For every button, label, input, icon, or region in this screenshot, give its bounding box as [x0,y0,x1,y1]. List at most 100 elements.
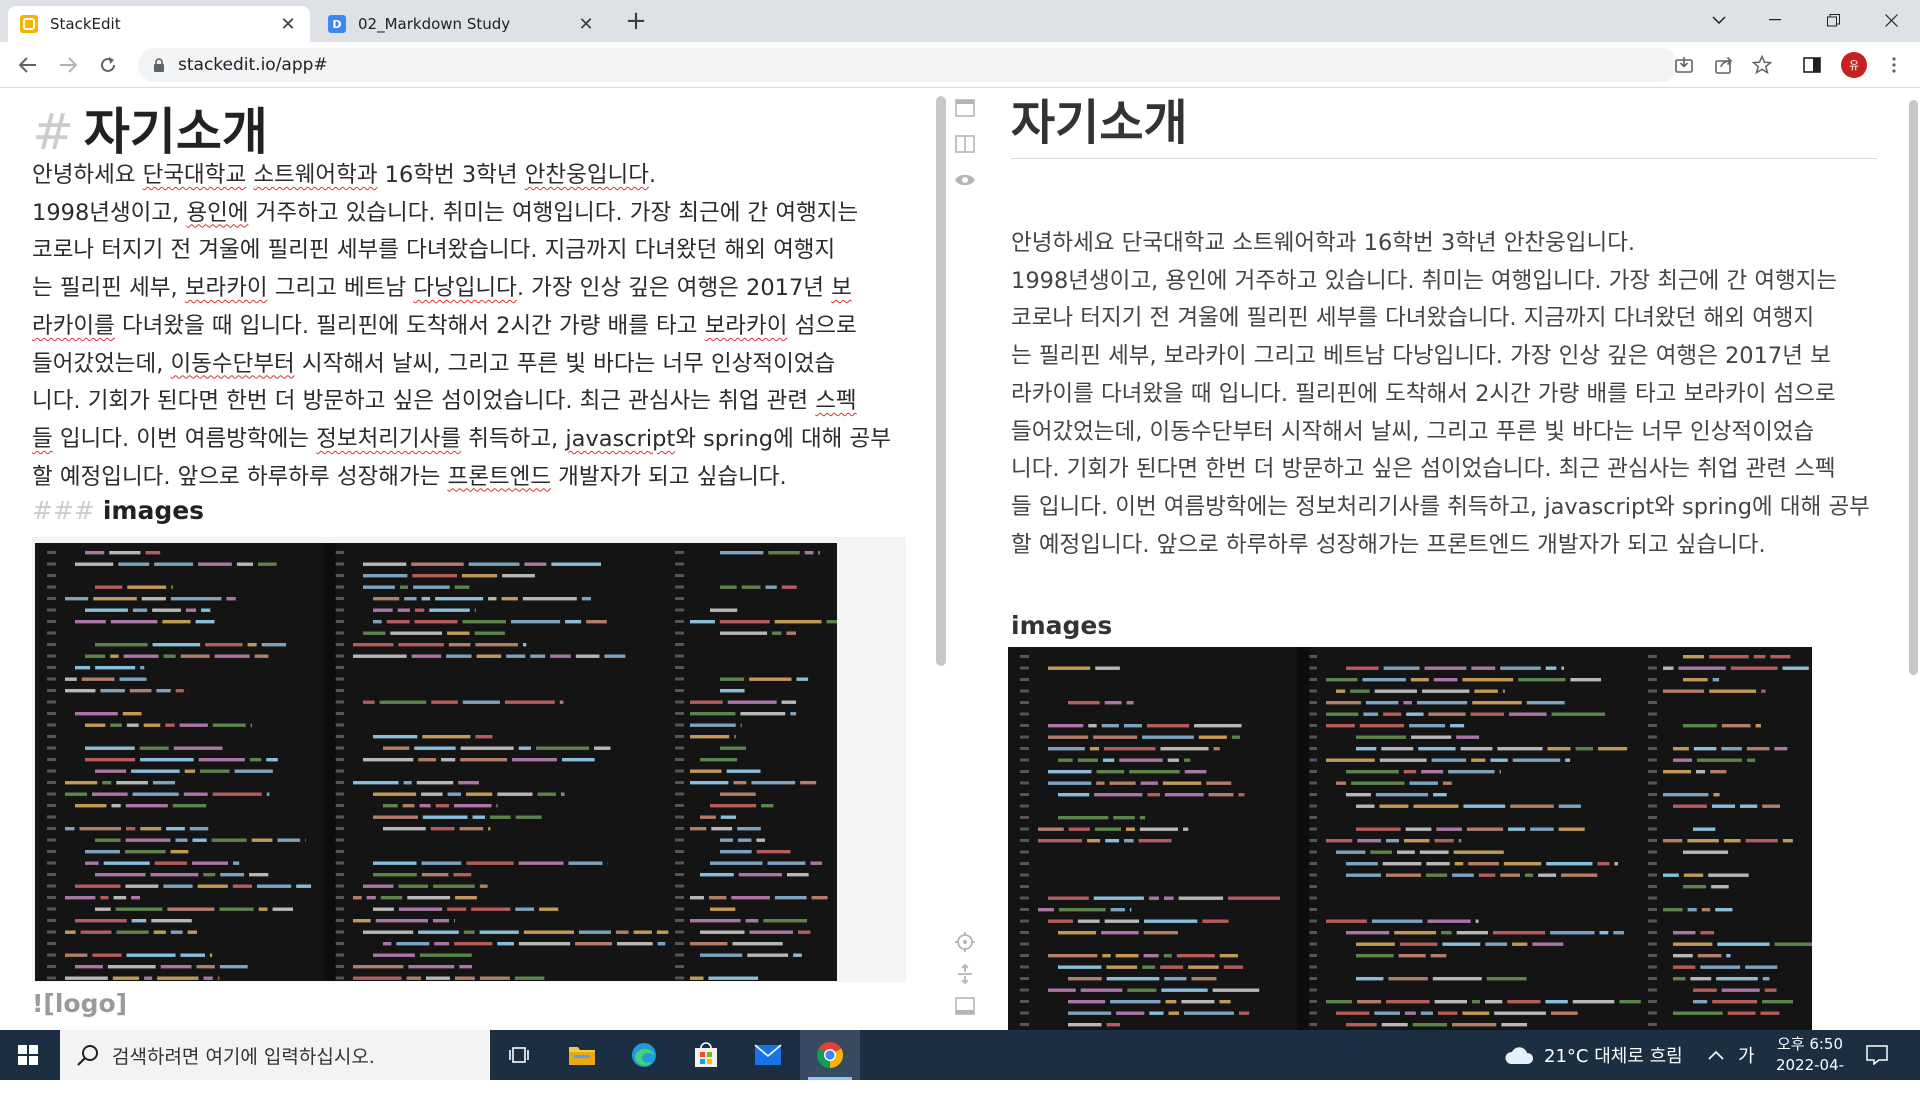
clock[interactable]: 오후 6:50 2022-04-25 [1768,1034,1852,1097]
text-run: 코로나 터지기 전 겨울에 필리핀 세부를 다녀왔습니다. 지금까지 다녀왔던 … [32,237,835,263]
stackedit-icon [20,15,38,33]
preview-heading-3: images [1011,611,1112,640]
editor-paragraph: 안녕하세요 단국대학교 소트웨어학과 16학번 3학년 안찬웅입니다.1998년… [32,157,906,496]
back-arrow-icon[interactable] [14,51,42,79]
share-icon[interactable] [1712,53,1736,77]
browser-tab-bar: StackEdit ✕ D 02_Markdown Study ✕ + [0,0,1920,42]
close-tab-icon[interactable]: ✕ [278,14,298,35]
status-bar-toggle-icon[interactable] [954,995,976,1017]
side-panel-icon[interactable] [1800,53,1824,77]
fit-arrows-icon[interactable] [954,963,976,985]
toggle-side-preview-icon[interactable] [954,133,976,155]
chrome-icon[interactable] [800,1030,860,1080]
preview-line: 라카이를 다녀왔을 때 입니다. 필리핀에 도착해서 2시간 가량 배를 타고 … [1011,376,1883,414]
address-bar[interactable]: stackedit.io/app# [138,48,1678,82]
text-run: . [649,162,656,188]
text-run: 는 필리핀 세부, [32,275,185,301]
spellcheck-flagged-word: 스펙 [815,388,856,414]
heading-text: 자기소개 [84,103,268,161]
profile-avatar[interactable]: 유 [1841,52,1867,78]
forward-arrow-icon[interactable] [54,51,82,79]
reload-icon[interactable] [94,51,122,79]
tab-stackedit[interactable]: StackEdit ✕ [8,6,310,42]
spellcheck-flagged-word: 다낭입니다 [413,275,517,301]
tab-title: 02_Markdown Study [358,15,576,33]
tray-overflow-chevron-icon[interactable] [1708,1030,1724,1080]
spellcheck-flagged-word: 보라카이 [185,275,268,301]
preview-line: 니다. 기회가 된다면 한번 더 방문하고 싶은 섬이었습니다. 최근 관심사는… [1011,451,1883,489]
heading-marker: ### [32,496,95,525]
text-run: 입니다. 이번 여름방학에는 [53,426,316,452]
spellcheck-flagged-word: 보라카이 [705,313,788,339]
text-run: 들어갔었는데, [32,351,171,377]
preview-scrollbar[interactable] [1909,100,1918,675]
preview-line: 코로나 터지기 전 겨울에 필리핀 세부를 다녀왔습니다. 지금까지 다녀왔던 … [1011,300,1883,338]
spellcheck-flagged-word: javascript [565,426,675,452]
code-screenshot-image [35,543,837,981]
text-run: 1998년생이고, [32,200,186,226]
spellcheck-flagged-word: 라카이를 [32,313,115,339]
windows-logo-icon [18,1045,38,1065]
editor-line: 들어갔었는데, 이동수단부터 시작해서 날씨, 그리고 푸른 빛 바다는 너무 … [32,346,906,384]
clock-time: 오후 6:50 [1768,1034,1852,1055]
tab-markdown-study[interactable]: D 02_Markdown Study ✕ [316,6,608,42]
new-tab-button[interactable]: + [620,8,652,34]
heading-marker: # [32,103,74,161]
spellcheck-flagged-word: 프론트엔드 [448,464,552,490]
markdown-editor[interactable]: #자기소개 안녕하세요 단국대학교 소트웨어학과 16학번 3학년 안찬웅입니다… [0,89,930,1030]
url-text: stackedit.io/app# [178,55,328,75]
editor-heading-3: ### images [32,496,204,525]
editor-heading-1: #자기소개 [32,105,268,160]
editor-scrollbar[interactable] [936,96,946,666]
toggle-navigation-bar-icon[interactable] [954,97,976,119]
editor-line: 코로나 터지기 전 겨울에 필리핀 세부를 다녀왔습니다. 지금까지 다녀왔던 … [32,232,906,270]
search-placeholder: 검색하려면 여기에 입력하십시오. [112,1042,375,1069]
text-run: 안녕하세요 [32,162,143,188]
spellcheck-flagged-word: 용인에 [186,200,248,226]
edge-browser-icon[interactable] [614,1030,674,1080]
spellcheck-flagged-word: 정보처리기사를 [316,426,461,452]
install-app-icon[interactable] [1672,53,1696,77]
preview-eye-icon[interactable] [954,169,976,191]
preview-line: 안녕하세요 단국대학교 소트웨어학과 16학번 3학년 안찬웅입니다. [1011,225,1883,263]
text-run: 와 spring에 대해 공부 [675,426,891,452]
cloud-icon [1504,1044,1534,1066]
editor-line: 할 예정입니다. 앞으로 하루하루 성장해가는 프론트엔드 개발자가 되고 싶습… [32,459,906,497]
editor-line: 니다. 기회가 된다면 한번 더 방문하고 싶은 섬이었습니다. 최근 관심사는… [32,383,906,421]
minimize-button[interactable] [1752,0,1798,40]
ime-indicator[interactable]: 가 [1738,1030,1755,1080]
editor-side-bar [948,89,982,1030]
notifications-icon[interactable] [1866,1030,1888,1080]
taskbar-search-box[interactable]: 검색하려면 여기에 입력하십시오. [60,1030,490,1080]
clock-date: 2022-04-25 [1768,1055,1852,1097]
text-run: 거주하고 있습니다. 취미는 여행입니다. 가장 최근에 간 여행지는 [248,200,858,226]
preview-line: 1998년생이고, 용인에 거주하고 있습니다. 취미는 여행입니다. 가장 최… [1011,263,1883,301]
weather-text: 21°C 대체로 흐림 [1544,1042,1683,1068]
preview-line: 할 예정입니다. 앞으로 하루하루 성장해가는 프론트엔드 개발자가 되고 싶습… [1011,527,1883,565]
spellcheck-flagged-word: 들 [32,426,53,452]
restore-button[interactable] [1810,0,1856,40]
spellcheck-flagged-word: 소트웨어학과 [253,162,377,188]
preview-code-image [1008,647,1812,1030]
editor-line: 는 필리핀 세부, 보라카이 그리고 베트남 다낭입니다. 가장 인상 깊은 여… [32,270,906,308]
more-menu-icon[interactable] [1882,53,1906,77]
editor-line: 1998년생이고, 용인에 거주하고 있습니다. 취미는 여행입니다. 가장 최… [32,195,906,233]
spellcheck-flagged-word: 안찬웅입니다 [525,162,649,188]
close-tab-icon[interactable]: ✕ [576,14,596,35]
windows-taskbar: 검색하려면 여기에 입력하십시오. 21°C 대체로 흐림 가 오후 6:50 … [0,1030,1920,1080]
text-run: 다녀왔을 때 입니다. 필리핀에 도착해서 2시간 가량 배를 타고 [115,313,705,339]
browser-toolbar: stackedit.io/app# 유 [0,42,1920,88]
text-run: 니다. 기회가 된다면 한번 더 방문하고 싶은 섬이었습니다. 최근 관심사는… [32,388,815,414]
mail-icon[interactable] [738,1030,798,1080]
tab-search-chevron-icon[interactable] [1696,0,1742,40]
task-view-icon[interactable] [490,1030,550,1080]
microsoft-store-icon[interactable] [676,1030,736,1080]
bookmark-star-icon[interactable] [1750,53,1774,77]
weather-widget[interactable]: 21°C 대체로 흐림 [1504,1030,1683,1080]
close-window-button[interactable] [1868,0,1914,40]
preview-line: 는 필리핀 세부, 보라카이 그리고 베트남 다낭입니다. 가장 인상 깊은 여… [1011,338,1883,376]
scroll-sync-crosshair-icon[interactable] [954,931,976,953]
file-explorer-icon[interactable] [552,1030,612,1080]
heading-text: images [103,496,204,525]
windows-start-button[interactable] [0,1030,56,1080]
